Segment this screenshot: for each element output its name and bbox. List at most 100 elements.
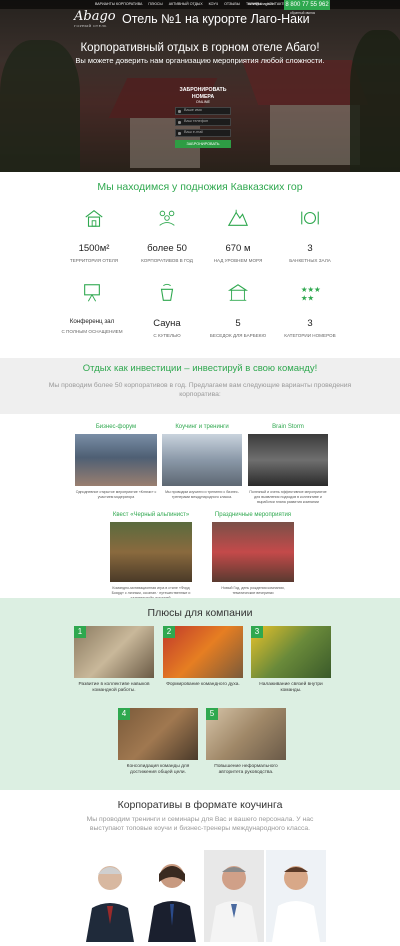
phone-field[interactable]: Ваш телефон [175, 118, 231, 126]
activity-desc: Новый Год, день рождения компании, темат… [221, 586, 285, 595]
gazebo-icon [227, 284, 249, 301]
stat-value: Конференц зал [69, 318, 115, 325]
name-field[interactable]: Ваше имя [175, 107, 231, 115]
stat-caption: БЕСЕДОК ДЛЯ БАРБЕКЮ [209, 333, 267, 338]
stat-conference: Конференц зал С ПОЛНЫМ ОСНАЩЕНИЕМ [58, 282, 126, 335]
plus-desc: Консолидация команды для достижения обще… [126, 764, 190, 775]
hotel-logo[interactable]: Abago ГОРНЫЙ ОТЕЛЬ [74, 9, 116, 33]
plus-desc: Формирование командного духа. [166, 682, 240, 687]
plus-desc: Повышение неформального авторитета руков… [214, 764, 278, 775]
stat-caption: НАД УРОВНЕМ МОРЯ [213, 258, 263, 263]
nav-item-pluses[interactable]: плюсы [148, 2, 162, 6]
hero-subtitle: Вы можете доверить нам организацию мероп… [75, 56, 325, 65]
activity-title: Бизнес-форум [95, 424, 137, 430]
plus-photo: 4 [118, 708, 198, 760]
stat-rooms: ★★★ ★★ 3 КАТЕГОРИИ НОМЕРОВ [278, 282, 342, 339]
invest-title: Отдых как инвестиции – инвестируй в свою… [82, 363, 318, 374]
activity-desc: Полезный и очень эффективное мероприятие… [249, 490, 327, 504]
booking-form: ЗАБРОНИРОВАТЬ НОМЕРА ONLINE Ваше имя Ваш… [175, 87, 231, 148]
coach-portrait-icon [86, 866, 134, 942]
activity-quest[interactable]: Квест «Черный альпинист» Командно-мотива… [110, 512, 192, 600]
plus-number: 5 [206, 708, 218, 720]
plus-photo: 3 [251, 626, 331, 678]
stat-altitude: 670 м НАД УРОВНЕМ МОРЯ [206, 207, 270, 264]
activity-title: Коучинг и тренинги [175, 424, 229, 430]
activity-photo [212, 522, 294, 582]
phone-number[interactable]: 8 800 77 55 962 [284, 0, 330, 10]
sauna-bucket-icon [160, 283, 174, 301]
plus-photo: 5 [206, 708, 286, 760]
stat-gazebo: 5 БЕСЕДОК ДЛЯ БАРБЕКЮ [206, 282, 270, 339]
invest-subtitle: Мы проводим более 50 корпоративов в год.… [48, 382, 352, 398]
stat-caption: КАТЕГОРИИ НОМЕРОВ [284, 333, 336, 338]
booking-form-online: ONLINE [195, 100, 211, 104]
coaching-title: Корпоративы в формате коучинга [117, 799, 283, 811]
activity-title: Праздничные мероприятия [214, 512, 292, 518]
coach-portrait-icon [204, 850, 264, 942]
nav-item-coach[interactable]: коуч [209, 2, 218, 6]
plus-number: 1 [74, 626, 86, 638]
logo-text: Abago [74, 9, 116, 24]
coach-portrait-icon [148, 864, 196, 942]
plus-item-5: 5 Повышение неформального авторитета рук… [206, 708, 286, 776]
pluses-title: Плюсы для компании [147, 607, 253, 619]
coach-portrait-icon [266, 850, 326, 942]
activity-photo [162, 434, 242, 486]
activity-desc: Мы проводим коучинги и тренинги с бизнес… [165, 490, 239, 499]
conference-board-icon [84, 284, 100, 302]
stat-sauna: Сауна С КУПЕЛЬЮ [135, 282, 199, 339]
stat-banquet: 3 БАНКЕТНЫХ ЗАЛА [278, 207, 342, 264]
nav-item-reviews[interactable]: отзывы [224, 2, 240, 6]
stat-value: 5 [235, 318, 241, 329]
hotel-title: Отель №1 на курорте Лаго-Наки [122, 12, 310, 26]
activity-brain-storm[interactable]: Brain Storm Полезный и очень эффективное… [248, 424, 328, 504]
coach-photo-4[interactable] [266, 850, 326, 942]
stat-value: 3 [307, 243, 313, 254]
plus-number: 4 [118, 708, 130, 720]
activity-photo [75, 434, 157, 486]
booking-form-title: ЗАБРОНИРОВАТЬ НОМЕРА [179, 87, 227, 100]
activity-title: Brain Storm [272, 424, 304, 430]
svg-text:★★: ★★ [301, 293, 314, 302]
activity-title: Квест «Черный альпинист» [112, 512, 190, 518]
stat-value: Сауна [153, 318, 181, 329]
location-title: Мы находимся у подножия Кавказских гор [97, 181, 303, 193]
coaching-subtitle: Мы проводим тренинги и семинары для Вас … [86, 816, 314, 832]
plus-number: 2 [163, 626, 175, 638]
plus-item-4: 4 Консолидация команды для достижения об… [118, 708, 198, 776]
stat-corporates: более 50 КОРПОРАТИВОВ В ГОД [135, 207, 199, 264]
plus-photo: 2 [163, 626, 243, 678]
stat-caption: С ПОЛНЫМ ОСНАЩЕНИЕМ [61, 329, 123, 334]
stat-territory: 1500м² ТЕРРИТОРИЯ ОТЕЛЯ [62, 207, 126, 264]
activity-desc: Однодневное открытое мероприятие «Ключи»… [75, 490, 157, 499]
mountain-icon [227, 209, 248, 226]
book-button[interactable]: ЗАБРОНИРОВАТЬ [175, 140, 231, 148]
stars-icon: ★★★ ★★ [301, 285, 321, 302]
stat-value: 1500м² [78, 243, 110, 254]
email-field[interactable]: Ваш e-mail [175, 129, 231, 137]
hero-title: Корпоративный отдых в горном отеле Абаго… [80, 42, 320, 54]
coach-photo-1[interactable] [80, 850, 140, 942]
stat-value: 670 м [225, 243, 251, 254]
plus-number: 3 [251, 626, 263, 638]
coach-photo-3[interactable] [204, 850, 264, 942]
hotel-building-icon [85, 209, 103, 227]
stat-value: более 50 [147, 243, 187, 254]
plus-item-1: 1 Развитие в коллективе навыков командно… [74, 626, 154, 694]
stat-caption: С КУПЕЛЬЮ [153, 333, 181, 338]
activity-coaching[interactable]: Коучинг и тренинги Мы проводим коучинги … [162, 424, 242, 500]
plus-item-3: 3 Налаживание связей внутри команды. [251, 626, 331, 694]
activity-business-forum[interactable]: Бизнес-форум Однодневное открытое меропр… [75, 424, 157, 500]
activity-holidays[interactable]: Праздничные мероприятия Новый Год, день … [212, 512, 294, 596]
corporate-people-icon [159, 210, 175, 226]
nav-item-active[interactable]: активный отдых [169, 2, 203, 6]
plus-desc: Налаживание связей внутри команды. [259, 682, 323, 693]
stat-caption: БАНКЕТНЫХ ЗАЛА [289, 258, 331, 263]
email-link[interactable]: hotel@abago.ru [248, 2, 274, 6]
banquet-plate-icon [301, 211, 319, 225]
logo-subtitle: ГОРНЫЙ ОТЕЛЬ [74, 24, 107, 28]
activity-photo [110, 522, 192, 582]
coach-photo-2[interactable] [142, 850, 202, 942]
nav-item-variants[interactable]: варианты корпоратива [95, 2, 142, 6]
plus-photo: 1 [74, 626, 154, 678]
